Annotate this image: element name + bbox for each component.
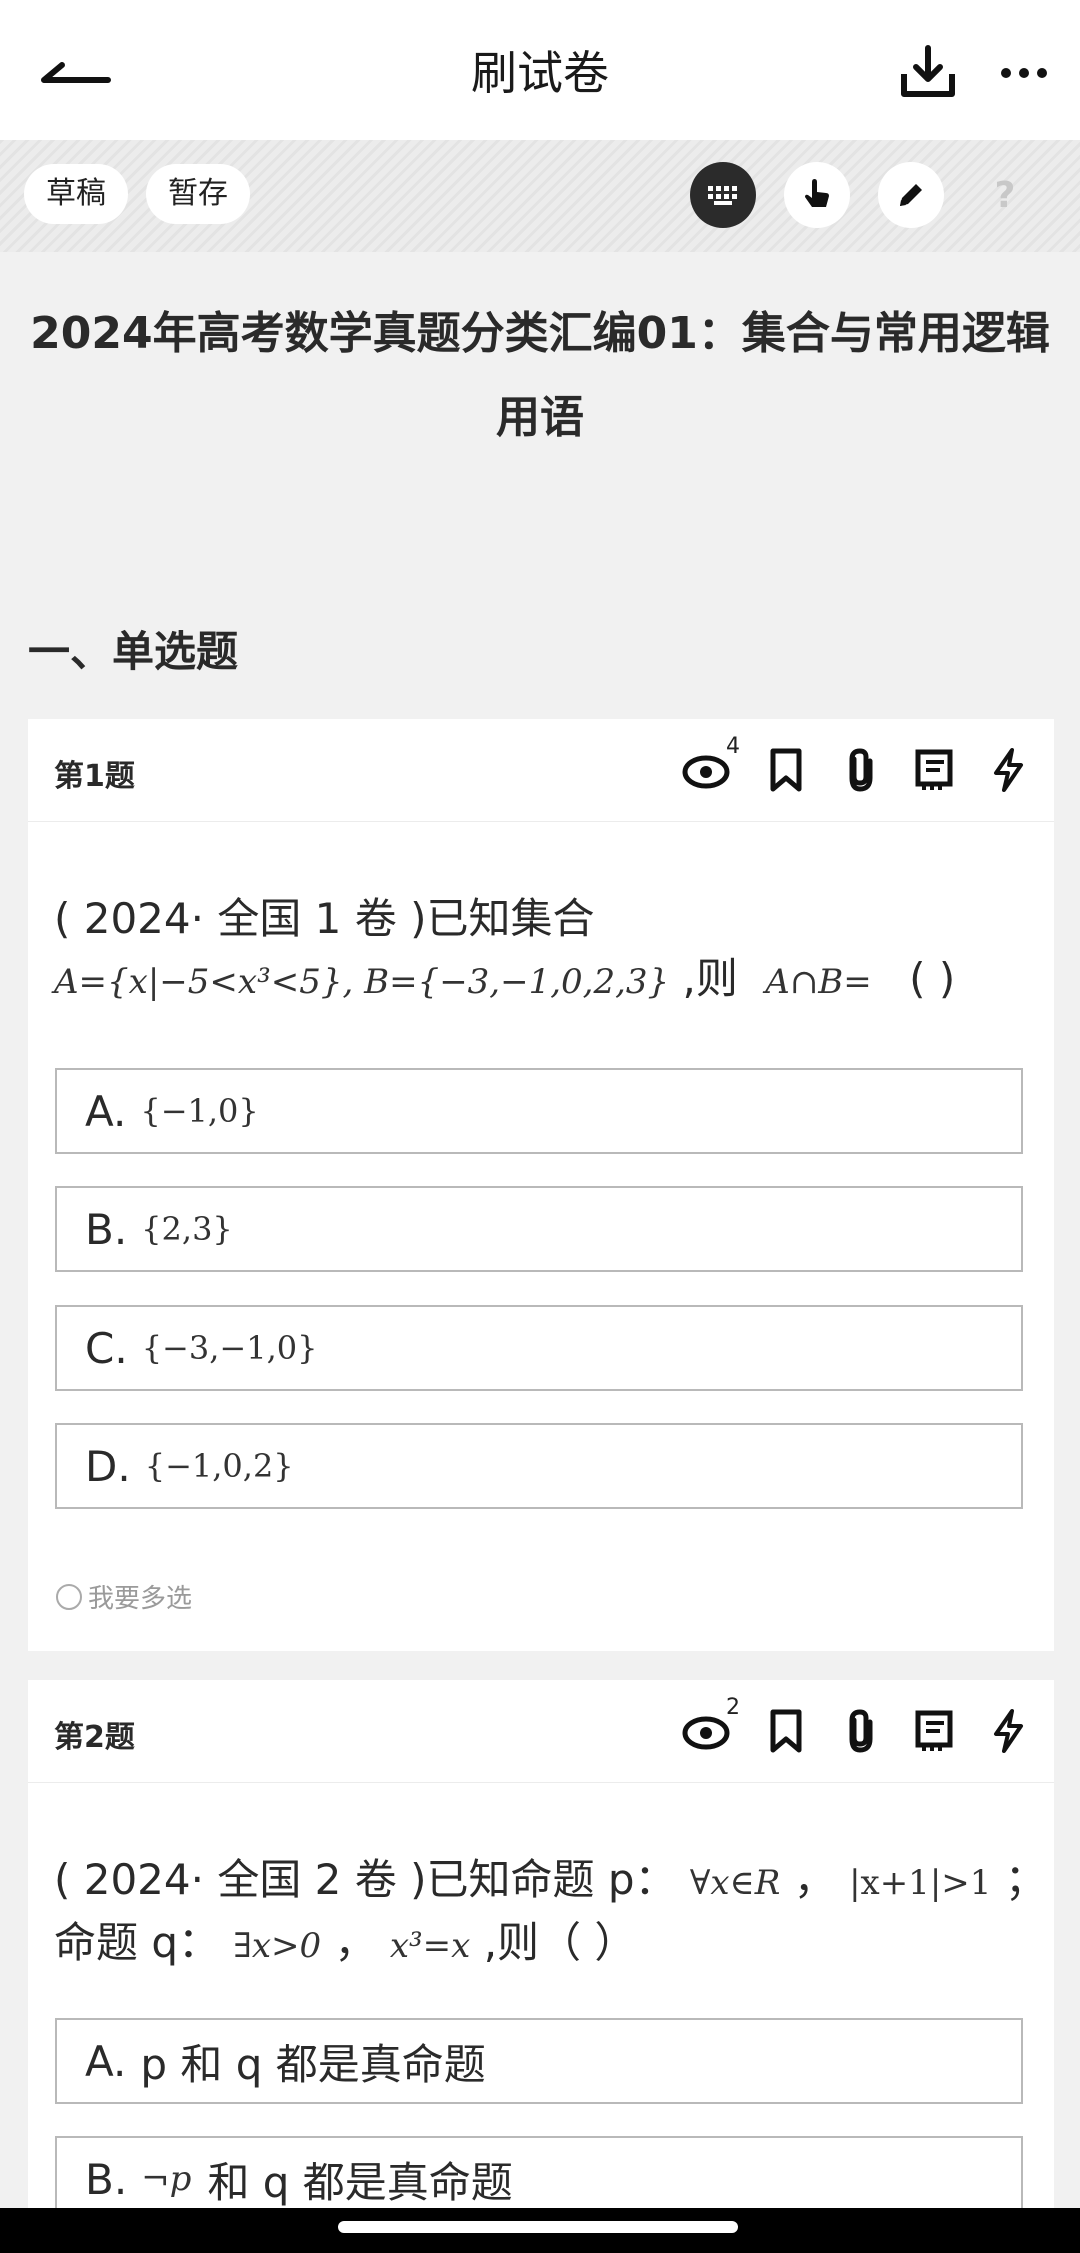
stem-source: ( 2024· 全国 2 卷 )已知命题 p： bbox=[54, 1855, 677, 1904]
notebook-icon bbox=[915, 749, 953, 790]
option-letter: B. bbox=[85, 1204, 128, 1254]
quick-action-button[interactable] bbox=[984, 1707, 1032, 1755]
option-value: {−3,−1,0} bbox=[141, 1329, 318, 1367]
draft-button[interactable]: 草稿 bbox=[24, 164, 128, 224]
eye-icon bbox=[682, 1716, 730, 1750]
stem-formula-2: A∩B= bbox=[765, 962, 872, 1002]
lightning-icon bbox=[994, 748, 1023, 792]
notes-button[interactable] bbox=[910, 746, 958, 794]
attachment-button[interactable] bbox=[836, 746, 884, 794]
pencil-icon bbox=[900, 184, 922, 206]
paper-title: 2024年高考数学真题分类汇编01：集合与常用逻辑用语 bbox=[30, 308, 1050, 443]
toolbar: 草稿 暂存 ? bbox=[0, 140, 1080, 252]
stem-sep: ， bbox=[793, 1855, 836, 1904]
question-stem: ( 2024· 全国 2 卷 )已知命题 p： ∀x∈R ， |x+1|>1 ；… bbox=[54, 1850, 1047, 1976]
question-stem: ( 2024· 全国 1 卷 )已知集合 A={x|−5<x³<5}, B={−… bbox=[54, 889, 955, 1012]
stem-end: ,则（ ） bbox=[483, 1918, 637, 1967]
bookmark-icon bbox=[770, 1709, 802, 1753]
save-draft-button[interactable]: 暂存 bbox=[146, 164, 250, 224]
option-value: {−1,0} bbox=[140, 1092, 259, 1130]
option-letter: A. bbox=[85, 2036, 127, 2086]
question-card-2: 第2题 2 (2024· 全国 2 卷)已知命题 p： ∀x∈R ， |x+… bbox=[28, 1680, 1054, 2222]
tap-mode-button[interactable] bbox=[784, 162, 850, 228]
stem-formula-2: |x+1|>1 bbox=[849, 1863, 992, 1903]
question-number: 第2题 bbox=[54, 1720, 135, 1755]
back-arrow-icon[interactable] bbox=[36, 45, 116, 95]
radio-icon bbox=[56, 1583, 82, 1610]
option-d[interactable]: D. {−1,0,2} bbox=[55, 1423, 1023, 1509]
answer-blank: ( ) bbox=[909, 954, 956, 1003]
stem-end: ； bbox=[1004, 1855, 1047, 1904]
stem-source: ( 2024· 全国 1 卷 )已知集合 bbox=[54, 894, 595, 943]
multi-select-toggle[interactable]: 我要多选 bbox=[56, 1578, 192, 1615]
help-button[interactable]: ? bbox=[972, 162, 1038, 228]
option-c[interactable]: C. {−3,−1,0} bbox=[55, 1305, 1023, 1391]
keyboard-icon bbox=[708, 186, 737, 205]
option-b[interactable]: B. {2,3} bbox=[55, 1186, 1023, 1272]
more-icon[interactable] bbox=[994, 48, 1054, 98]
tap-icon bbox=[805, 179, 829, 207]
section-title: 一、单选题 bbox=[28, 627, 239, 676]
stem-sep: ， bbox=[334, 1918, 377, 1967]
stem-prefix: 命题 q： bbox=[54, 1918, 221, 1967]
stem-line-2: 命题 q： ∃x>0 ， x³=x ,则（ ） bbox=[54, 1913, 1047, 1976]
option-value: {2,3} bbox=[141, 1210, 233, 1248]
stem-formula: ∀x∈R bbox=[689, 1863, 781, 1903]
stem-formula: A={x|−5<x³<5}, B={−3,−1,0,2,3} bbox=[54, 962, 670, 1002]
view-count-button[interactable]: 2 bbox=[676, 1695, 740, 1755]
option-letter: A. bbox=[85, 1086, 127, 1136]
pencil-button[interactable] bbox=[878, 162, 944, 228]
bookmark-button[interactable] bbox=[762, 1707, 810, 1755]
stem-formula-3: ∃x>0 bbox=[233, 1926, 322, 1966]
bookmark-icon bbox=[770, 748, 802, 792]
lightning-icon bbox=[994, 1709, 1023, 1753]
paperclip-icon bbox=[849, 1709, 873, 1753]
keyboard-button[interactable] bbox=[690, 162, 756, 228]
question-header: 第1题 4 bbox=[28, 719, 1054, 822]
option-value: {−1,0,2} bbox=[144, 1447, 294, 1485]
question-card-1: 第1题 4 (2024· 全国 1 卷)已知集合 A={x|−5<x³<5}… bbox=[28, 719, 1054, 1651]
notebook-icon bbox=[915, 1710, 953, 1751]
stem-formula-line: A={x|−5<x³<5}, B={−3,−1,0,2,3} ,则 A∩B= (… bbox=[54, 949, 955, 1012]
stem-formula-4: x³=x bbox=[389, 1926, 471, 1966]
option-text: p 和 q 都是真命题 bbox=[140, 2039, 486, 2089]
download-icon[interactable] bbox=[896, 40, 960, 104]
notes-button[interactable] bbox=[910, 1707, 958, 1755]
multi-select-label: 我要多选 bbox=[88, 1584, 193, 1614]
quick-action-button[interactable] bbox=[984, 746, 1032, 794]
question-number: 第1题 bbox=[54, 759, 135, 794]
bookmark-button[interactable] bbox=[762, 746, 810, 794]
paperclip-icon bbox=[849, 748, 873, 792]
option-letter: C. bbox=[85, 1323, 128, 1373]
option-text: 和 q 都是真命题 bbox=[207, 2157, 513, 2207]
option-a[interactable]: A. {−1,0} bbox=[55, 1068, 1023, 1154]
question-header: 第2题 2 bbox=[28, 1680, 1054, 1783]
option-a[interactable]: A. p 和 q 都是真命题 bbox=[55, 2018, 1023, 2104]
stem-suffix: ,则 bbox=[682, 954, 738, 1003]
eye-icon bbox=[682, 755, 730, 789]
view-count: 4 bbox=[726, 734, 740, 759]
stem-line-1: ( 2024· 全国 2 卷 )已知命题 p： ∀x∈R ， |x+1|>1 ； bbox=[54, 1850, 1047, 1913]
option-letter: D. bbox=[85, 1441, 131, 1491]
option-math: ¬p bbox=[141, 2159, 192, 2199]
help-icon: ? bbox=[994, 174, 1016, 216]
app-header: 刷试卷 bbox=[0, 0, 1080, 140]
page-title: 刷试卷 bbox=[471, 46, 609, 100]
question-tools: 2 bbox=[650, 1695, 1032, 1760]
question-tools: 4 bbox=[650, 734, 1032, 799]
home-indicator[interactable] bbox=[338, 2221, 738, 2233]
view-count-button[interactable]: 4 bbox=[676, 734, 740, 794]
view-count: 2 bbox=[726, 1695, 740, 1720]
attachment-button[interactable] bbox=[836, 1707, 884, 1755]
option-letter: B. bbox=[85, 2154, 128, 2204]
